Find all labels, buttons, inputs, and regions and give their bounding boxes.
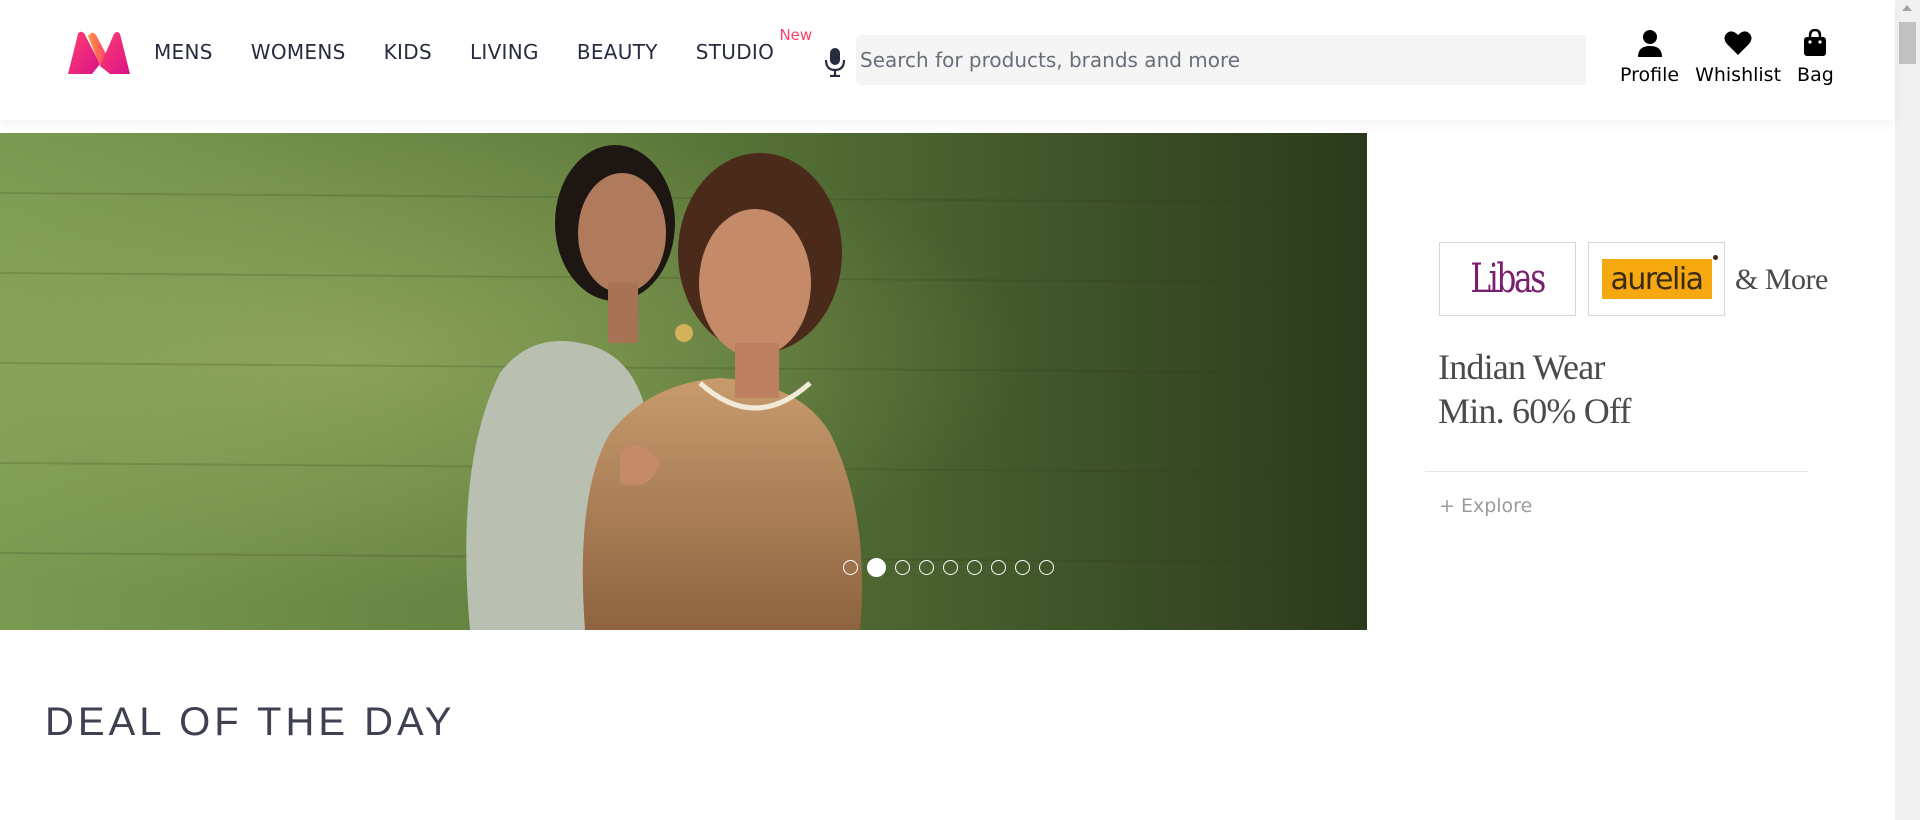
libas-wordmark: Libas (1470, 256, 1547, 302)
explore-link[interactable]: + Explore (1439, 495, 1532, 517)
nav-item-studio[interactable]: STUDIO New (695, 26, 812, 80)
nav-label: MENS (154, 40, 213, 64)
promo-title-line1: Indian Wear (1438, 347, 1605, 387)
profile-icon (1636, 28, 1664, 58)
nav-item-living[interactable]: LIVING (470, 40, 539, 80)
wishlist-button[interactable]: Whishlist (1695, 28, 1781, 92)
mic-icon[interactable] (822, 47, 848, 77)
section-title-deal-of-the-day: DEAL OF THE DAY (45, 700, 456, 744)
aurelia-wordmark: aurelia (1610, 261, 1704, 297)
new-badge: New (779, 26, 813, 44)
nav-label: KIDS (383, 40, 432, 64)
site-header: MENS WOMENS KIDS LIVING BEAUTY STUDIO Ne… (0, 0, 1895, 120)
promo-divider (1425, 471, 1808, 472)
carousel-dot[interactable] (895, 560, 910, 575)
nav-item-mens[interactable]: MENS (154, 40, 213, 80)
profile-button[interactable]: Profile (1620, 28, 1679, 92)
more-brands-text: & More (1735, 263, 1828, 296)
nav-label: BEAUTY (576, 40, 658, 64)
bag-button[interactable]: Bag (1797, 28, 1834, 92)
promo-panel[interactable]: Libas aurelia & More Indian Wear Min. 60… (1367, 133, 1895, 630)
carousel-dot[interactable] (991, 560, 1006, 575)
nav-item-kids[interactable]: KIDS (384, 40, 432, 80)
aurelia-plate: aurelia (1601, 255, 1718, 299)
main-nav: MENS WOMENS KIDS LIVING BEAUTY STUDIO Ne… (154, 0, 812, 120)
carousel-dot[interactable] (919, 560, 934, 575)
page-scrollbar[interactable] (1895, 0, 1920, 820)
nav-label: STUDIO (695, 40, 775, 64)
scroll-up-arrow-icon[interactable] (1902, 5, 1912, 11)
promo-headline: Indian Wear Min. 60% Off (1438, 345, 1632, 433)
profile-label: Profile (1620, 64, 1680, 86)
nav-label: LIVING (469, 40, 539, 64)
carousel-dot[interactable] (1039, 560, 1054, 575)
myntra-logo[interactable] (66, 30, 132, 76)
carousel-dot[interactable] (843, 560, 858, 575)
hero-carousel[interactable] (0, 133, 1367, 630)
registered-mark-icon (1712, 255, 1718, 260)
carousel-dot-active[interactable] (867, 558, 886, 577)
carousel-indicators (843, 558, 1063, 577)
promo-title-line2: Min. 60% Off (1438, 391, 1632, 431)
carousel-dot[interactable] (943, 560, 958, 575)
heart-icon (1724, 28, 1752, 58)
search-input[interactable] (856, 35, 1586, 85)
libas-brand-logo[interactable]: Libas (1439, 242, 1576, 316)
search-bar (822, 35, 1586, 85)
nav-label: WOMENS (250, 40, 346, 64)
bag-label: Bag (1797, 64, 1834, 86)
carousel-dot[interactable] (1015, 560, 1030, 575)
header-actions: Profile Whishlist Bag (1620, 28, 1850, 92)
carousel-dot[interactable] (967, 560, 982, 575)
nav-item-womens[interactable]: WOMENS (251, 40, 346, 80)
wishlist-label: Whishlist (1695, 64, 1782, 86)
nav-item-beauty[interactable]: BEAUTY (577, 40, 658, 80)
hero-banner-image (0, 133, 1367, 630)
bag-icon (1801, 28, 1829, 58)
aurelia-brand-logo[interactable]: aurelia (1588, 242, 1725, 316)
scroll-thumb[interactable] (1899, 22, 1916, 64)
